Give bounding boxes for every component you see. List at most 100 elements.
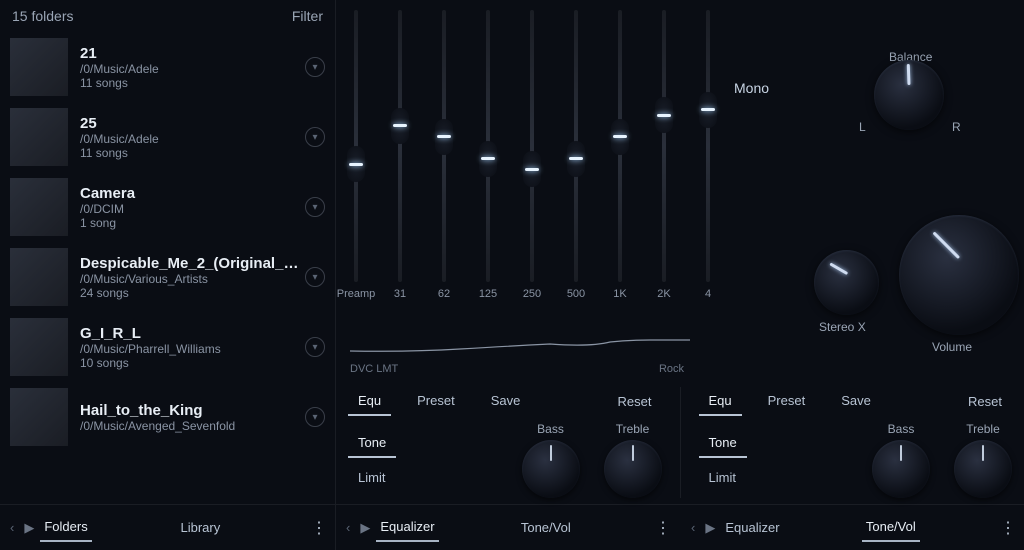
- slider-thumb[interactable]: [611, 119, 629, 155]
- eq-slider[interactable]: 1K: [610, 10, 630, 300]
- album-title: 25: [80, 115, 305, 132]
- album-art: [10, 248, 68, 306]
- main-panel: Preamp 31 62 125 250 500 1K 2K 4: [336, 0, 1024, 550]
- album-list: 21 /0/Music/Adele 11 songs ▾ 25 /0/Music…: [0, 32, 335, 504]
- slider-label: 2K: [657, 288, 670, 300]
- album-info: Camera /0/DCIM 1 song: [80, 185, 305, 230]
- album-art: [10, 108, 68, 166]
- album-count: 11 songs: [80, 146, 305, 160]
- balance-left-label: L: [859, 120, 866, 134]
- tone-button-2[interactable]: Tone: [699, 429, 747, 458]
- slider-thumb[interactable]: [347, 146, 365, 182]
- album-item[interactable]: 25 /0/Music/Adele 11 songs ▾: [0, 102, 335, 172]
- slider-track: [398, 10, 402, 282]
- eq-slider[interactable]: 31: [390, 10, 410, 300]
- slider-thumb[interactable]: [699, 92, 717, 128]
- nav-tonevol[interactable]: Tone/Vol: [517, 514, 575, 541]
- expand-icon[interactable]: ▾: [305, 127, 325, 147]
- equ-button-2[interactable]: Equ: [699, 387, 742, 416]
- expand-icon[interactable]: ▾: [305, 197, 325, 217]
- preset-button[interactable]: Preset: [407, 387, 465, 416]
- tone-button[interactable]: Tone: [348, 429, 396, 458]
- slider-thumb[interactable]: [567, 141, 585, 177]
- album-path: /0/Music/Avenged_Sevenfold: [80, 419, 305, 433]
- album-title: Hail_to_the_King: [80, 402, 305, 419]
- album-path: /0/DCIM: [80, 202, 305, 216]
- eq-slider[interactable]: 4: [698, 10, 718, 300]
- slider-thumb[interactable]: [391, 108, 409, 144]
- eq-slider[interactable]: 500: [566, 10, 586, 300]
- preset-name[interactable]: Rock: [659, 363, 684, 375]
- limit-button-2[interactable]: Limit: [699, 464, 747, 491]
- balance-knob[interactable]: [874, 60, 944, 130]
- bass-knob-2[interactable]: [872, 440, 930, 498]
- slider-label: 1K: [613, 288, 626, 300]
- nav-library[interactable]: Library: [176, 514, 224, 541]
- main-nav-prev-icon-2[interactable]: ‹: [687, 520, 699, 535]
- album-count: 10 songs: [80, 356, 305, 370]
- slider-thumb[interactable]: [435, 119, 453, 155]
- album-path: /0/Music/Adele: [80, 62, 305, 76]
- filter-button[interactable]: Filter: [292, 8, 323, 24]
- play-icon[interactable]: ▶: [18, 520, 40, 536]
- main-nav-prev-icon[interactable]: ‹: [342, 520, 354, 535]
- limit-button[interactable]: Limit: [348, 464, 396, 491]
- preset-button-2[interactable]: Preset: [758, 387, 816, 416]
- album-info: Despicable_Me_2_(Original_Motion /0/Musi…: [80, 255, 305, 300]
- eq-slider[interactable]: 2K: [654, 10, 674, 300]
- eq-slider[interactable]: 250: [522, 10, 542, 300]
- album-count: 11 songs: [80, 76, 305, 90]
- eq-slider[interactable]: 62: [434, 10, 454, 300]
- expand-icon[interactable]: ▾: [305, 407, 325, 427]
- expand-icon[interactable]: ▾: [305, 57, 325, 77]
- slider-thumb[interactable]: [655, 97, 673, 133]
- eq-slider[interactable]: 125: [478, 10, 498, 300]
- stereox-knob[interactable]: [814, 250, 879, 315]
- eq-slider[interactable]: Preamp: [346, 10, 366, 300]
- album-title: G_I_R_L: [80, 325, 305, 342]
- slider-label: 31: [394, 288, 406, 300]
- album-item[interactable]: Despicable_Me_2_(Original_Motion /0/Musi…: [0, 242, 335, 312]
- main-play-icon[interactable]: ▶: [354, 520, 376, 536]
- slider-track: [662, 10, 666, 282]
- album-item[interactable]: Hail_to_the_King /0/Music/Avenged_Sevenf…: [0, 382, 335, 452]
- expand-icon[interactable]: ▾: [305, 337, 325, 357]
- album-path: /0/Music/Pharrell_Williams: [80, 342, 305, 356]
- main-more-icon-2[interactable]: ⋮: [998, 518, 1018, 538]
- mono-label[interactable]: Mono: [734, 80, 769, 96]
- equ-button[interactable]: Equ: [348, 387, 391, 416]
- bass-knob[interactable]: [522, 440, 580, 498]
- main-more-icon[interactable]: ⋮: [653, 518, 673, 538]
- nav-folders[interactable]: Folders: [40, 513, 91, 542]
- nav-equalizer[interactable]: Equalizer: [376, 513, 438, 542]
- album-art: [10, 38, 68, 96]
- reset-button[interactable]: Reset: [608, 388, 662, 415]
- slider-label: 62: [438, 288, 450, 300]
- nav-equalizer-2[interactable]: Equalizer: [721, 514, 783, 541]
- album-item[interactable]: G_I_R_L /0/Music/Pharrell_Williams 10 so…: [0, 312, 335, 382]
- save-button[interactable]: Save: [481, 387, 531, 416]
- slider-track: [574, 10, 578, 282]
- folder-count: 15 folders: [12, 8, 73, 24]
- slider-label: 4: [705, 288, 711, 300]
- sidebar: 15 folders Filter 21 /0/Music/Adele 11 s…: [0, 0, 336, 550]
- equalizer-area: Preamp 31 62 125 250 500 1K 2K 4: [336, 0, 1024, 359]
- nav-prev-icon[interactable]: ‹: [6, 520, 18, 535]
- treble-knob-2[interactable]: [954, 440, 1012, 498]
- album-item[interactable]: Camera /0/DCIM 1 song ▾: [0, 172, 335, 242]
- main-play-icon-2[interactable]: ▶: [699, 520, 721, 536]
- save-button-2[interactable]: Save: [831, 387, 881, 416]
- expand-icon[interactable]: ▾: [305, 267, 325, 287]
- slider-thumb[interactable]: [479, 141, 497, 177]
- treble-knob[interactable]: [604, 440, 662, 498]
- album-item[interactable]: 21 /0/Music/Adele 11 songs ▾: [0, 32, 335, 102]
- slider-track: [486, 10, 490, 282]
- reset-button-2[interactable]: Reset: [958, 388, 1012, 415]
- slider-thumb[interactable]: [523, 151, 541, 187]
- eq-sliders: Preamp 31 62 125 250 500 1K 2K 4: [336, 0, 718, 330]
- more-icon[interactable]: ⋮: [309, 518, 329, 538]
- album-count: 24 songs: [80, 286, 305, 300]
- volume-knob[interactable]: [899, 215, 1019, 335]
- album-path: /0/Music/Various_Artists: [80, 272, 305, 286]
- nav-tonevol-2[interactable]: Tone/Vol: [862, 513, 920, 542]
